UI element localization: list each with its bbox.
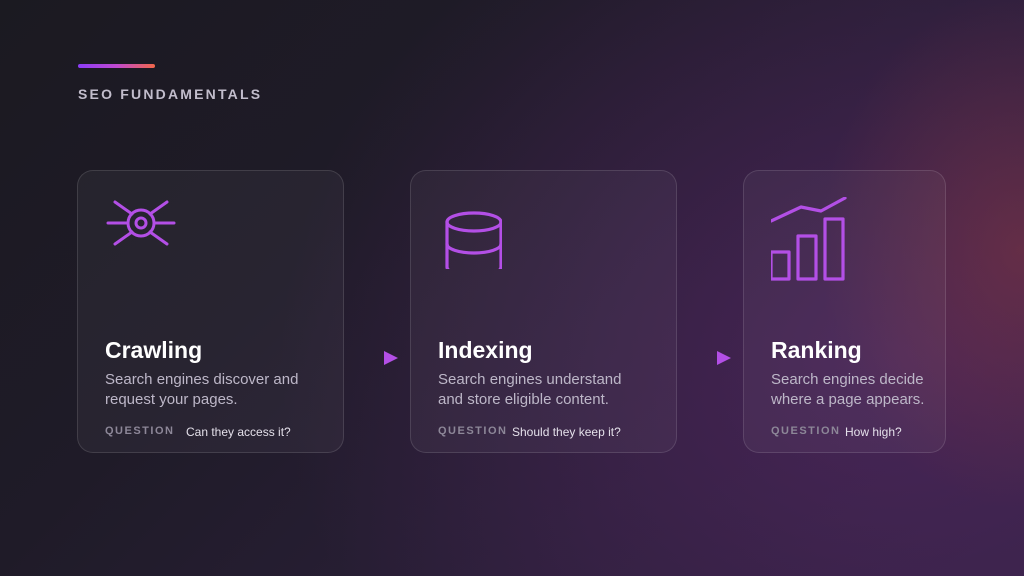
card-description: Search engines understand and store elig… — [438, 371, 622, 408]
card-ranking: Ranking Search engines decide where a pa… — [743, 170, 946, 453]
card-indexing: Indexing Search engines understand and s… — [410, 170, 677, 453]
card-title: Crawling — [105, 337, 203, 363]
card-description: Search engines decide where a page appea… — [771, 371, 925, 408]
question-label: QUESTION — [438, 425, 508, 437]
flow-arrow-icon — [384, 351, 398, 365]
card-title: Ranking — [771, 337, 862, 363]
accent-line — [78, 64, 155, 68]
question-text: How high? — [845, 425, 902, 439]
question-label: QUESTION — [771, 425, 841, 437]
card-description: Search engines discover and request your… — [105, 371, 299, 408]
flow-arrow-icon — [717, 351, 731, 365]
crawler-bug-icon — [106, 200, 176, 246]
question-text: Can they access it? — [186, 425, 291, 439]
question-label: QUESTION — [105, 425, 175, 437]
page-eyebrow: SEO FUNDAMENTALS — [78, 86, 263, 102]
card-crawling: Crawling Search engines discover and req… — [77, 170, 344, 453]
database-icon — [445, 211, 502, 269]
card-title: Indexing — [438, 337, 533, 363]
bar-chart-trend-icon — [771, 197, 847, 281]
question-text: Should they keep it? — [512, 425, 621, 439]
